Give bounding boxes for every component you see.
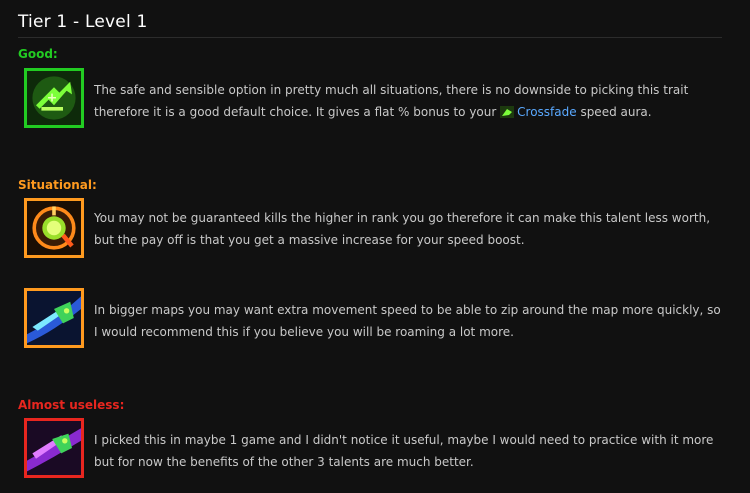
section-title: Tier 1 - Level 1 — [18, 12, 148, 32]
speed-gauge-icon[interactable] — [24, 198, 84, 258]
crossfade-link[interactable]: Crossfade — [517, 105, 576, 119]
description-text: speed aura. — [576, 105, 652, 119]
trait-description: In bigger maps you may want extra moveme… — [94, 303, 721, 339]
category-good-label: Good: — [18, 47, 58, 61]
svg-text:+: + — [47, 90, 58, 105]
category-situational-label: Situational: — [18, 178, 97, 192]
title-divider — [18, 37, 722, 38]
crossfade-trait-icon[interactable]: + — [24, 68, 84, 128]
trait-description: You may not be guaranteed kills the high… — [94, 211, 711, 247]
trait-description: I picked this in maybe 1 game and I didn… — [94, 433, 714, 469]
trait-description: The safe and sensible option in pretty m… — [94, 79, 724, 123]
crossfade-icon — [500, 106, 515, 118]
purple-dash-icon[interactable] — [24, 418, 84, 478]
dash-blade-icon[interactable] — [24, 288, 84, 348]
category-useless-label: Almost useless: — [18, 398, 125, 412]
